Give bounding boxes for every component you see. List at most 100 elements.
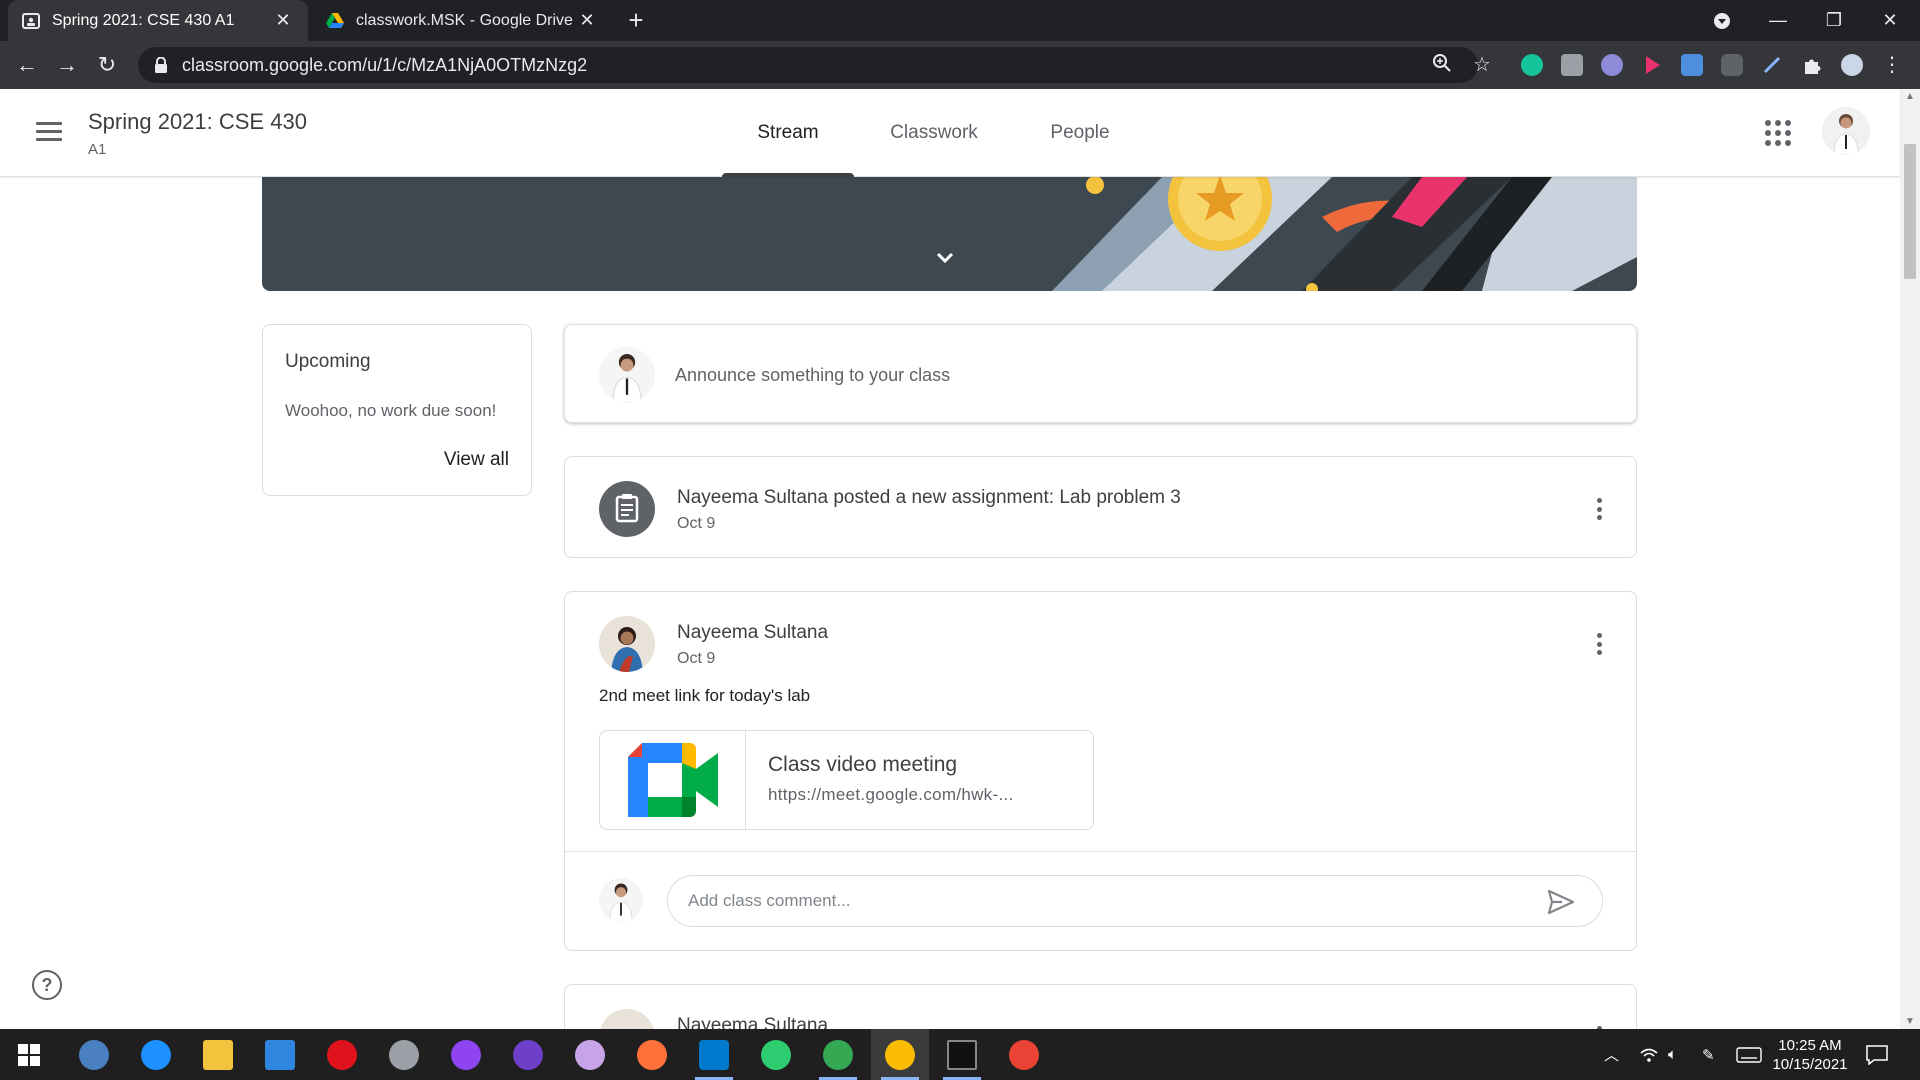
- classroom-header: Spring 2021: CSE 430 A1 Stream Classwork…: [0, 89, 1900, 177]
- file-explorer-icon[interactable]: [189, 1029, 247, 1080]
- app-icon[interactable]: [65, 1029, 123, 1080]
- more-options-icon[interactable]: [1587, 630, 1611, 658]
- scroll-up-icon[interactable]: ▲: [1900, 91, 1920, 102]
- account-avatar[interactable]: [1822, 107, 1870, 155]
- screenshot-extension-icon[interactable]: [1561, 54, 1583, 76]
- google-meet-icon: [600, 731, 746, 829]
- assignment-date: Oct 9: [677, 515, 716, 532]
- tab-title: Spring 2021: CSE 430 A1: [52, 11, 235, 29]
- google-drive-icon: [326, 12, 344, 30]
- tab-search-icon[interactable]: [1694, 0, 1750, 41]
- github-icon[interactable]: [499, 1029, 557, 1080]
- close-window-button[interactable]: ✕: [1862, 0, 1918, 41]
- chrome-icon[interactable]: [809, 1029, 867, 1080]
- course-title[interactable]: Spring 2021: CSE 430: [88, 109, 307, 135]
- terminal-icon[interactable]: [933, 1029, 991, 1080]
- browser-tab-bar: Spring 2021: CSE 430 A1 ✕ classwork.MSK …: [0, 0, 1920, 41]
- restore-button[interactable]: ❐: [1806, 0, 1862, 41]
- chrome-menu-icon[interactable]: ⋮: [1880, 53, 1904, 77]
- play-extension-icon[interactable]: [1641, 54, 1663, 76]
- clock-date: 10/15/2021: [1772, 1056, 1848, 1073]
- attachment-url: https://meet.google.com/hwk-...: [768, 785, 1014, 804]
- zoom-icon[interactable]: [1430, 53, 1454, 77]
- windows-start-icon[interactable]: [0, 1029, 58, 1080]
- upcoming-card: Upcoming Woohoo, no work due soon! View …: [262, 324, 532, 496]
- app-icon[interactable]: [561, 1029, 619, 1080]
- windows-taskbar: ︿ 🔈︎ ✎ 10:25 AM 10/15/2021: [0, 1029, 1920, 1080]
- show-hidden-icons-icon[interactable]: ︿: [1604, 1029, 1619, 1080]
- class-comment-input[interactable]: [688, 889, 1508, 913]
- edge-icon[interactable]: [127, 1029, 185, 1080]
- close-tab-icon[interactable]: ✕: [576, 10, 598, 31]
- author-avatar: [599, 616, 655, 672]
- expand-banner-chevron-icon[interactable]: [930, 246, 960, 270]
- attachment-title: Class video meeting: [768, 753, 958, 776]
- meet-link-attachment[interactable]: Class video meeting https://meet.google.…: [599, 730, 1094, 830]
- view-all-link[interactable]: View all: [444, 449, 509, 471]
- send-icon[interactable]: [1546, 888, 1576, 916]
- google-apps-icon[interactable]: [1765, 120, 1791, 146]
- opera-icon[interactable]: [313, 1029, 371, 1080]
- tab-people[interactable]: People: [1030, 89, 1130, 177]
- browser-toolbar: ← → ↻ classroom.google.com/u/1/c/MzA1NjA…: [0, 41, 1920, 89]
- keyboard-icon[interactable]: [1736, 1029, 1762, 1080]
- tab-classwork[interactable]: Classwork: [870, 89, 998, 177]
- notifications-icon[interactable]: [1866, 1029, 1888, 1080]
- main-menu-icon[interactable]: [36, 122, 62, 142]
- new-tab-button[interactable]: +: [622, 6, 650, 34]
- grammarly-extension-icon[interactable]: [1521, 54, 1543, 76]
- mail-icon[interactable]: [251, 1029, 309, 1080]
- scroll-down-icon[interactable]: ▼: [1900, 1016, 1920, 1027]
- course-section: A1: [88, 141, 107, 158]
- banner-illustration: [1052, 177, 1637, 291]
- user-avatar: [599, 347, 655, 403]
- upcoming-heading: Upcoming: [285, 351, 371, 372]
- upcoming-text: Woohoo, no work due soon!: [285, 401, 497, 420]
- class-comment-field[interactable]: [667, 875, 1603, 927]
- assignment-icon: [599, 481, 655, 537]
- extension-icon[interactable]: [1601, 54, 1623, 76]
- tab-title: classwork.MSK - Google Drive: [356, 11, 573, 29]
- download-extension-icon[interactable]: [1681, 54, 1703, 76]
- browser-tab-drive[interactable]: classwork.MSK - Google Drive ✕: [312, 0, 612, 41]
- forward-button[interactable]: →: [52, 50, 82, 80]
- messenger-icon[interactable]: [437, 1029, 495, 1080]
- pen-icon[interactable]: ✎: [1702, 1029, 1715, 1080]
- more-options-icon[interactable]: [1587, 495, 1611, 523]
- help-icon[interactable]: ?: [32, 970, 62, 1000]
- comment-divider: [565, 851, 1636, 852]
- app-icon[interactable]: [747, 1029, 805, 1080]
- reload-button[interactable]: ↻: [92, 50, 122, 80]
- firefox-icon[interactable]: [623, 1029, 681, 1080]
- assignment-post[interactable]: Nayeema Sultana posted a new assignment:…: [564, 456, 1637, 558]
- extensions-puzzle-icon[interactable]: [1801, 54, 1823, 76]
- minimize-button[interactable]: —: [1750, 0, 1806, 41]
- author-name: Nayeema Sultana: [677, 622, 829, 643]
- volume-icon[interactable]: 🔈︎: [1668, 1029, 1677, 1080]
- announce-placeholder: Announce something to your class: [675, 365, 951, 385]
- close-tab-icon[interactable]: ✕: [272, 10, 294, 31]
- wifi-icon[interactable]: [1640, 1029, 1658, 1080]
- taskbar-clock[interactable]: 10:25 AM 10/15/2021: [1760, 1036, 1860, 1074]
- assignment-title[interactable]: Nayeema Sultana posted a new assignment:…: [677, 487, 1181, 509]
- chrome-icon[interactable]: [871, 1029, 929, 1080]
- pen-extension-icon[interactable]: [1761, 54, 1783, 76]
- announcement-post: Nayeema Sultana Oct 9 2nd meet link for …: [564, 591, 1637, 951]
- address-bar[interactable]: classroom.google.com/u/1/c/MzA1NjA0OTMzN…: [138, 47, 1478, 83]
- bookmark-star-icon[interactable]: ☆: [1470, 53, 1494, 77]
- back-button[interactable]: ←: [12, 50, 42, 80]
- app-icon[interactable]: [375, 1029, 433, 1080]
- classroom-favicon-icon: [22, 12, 40, 30]
- page-scrollbar[interactable]: ▲ ▼: [1900, 89, 1920, 1029]
- extension-icon[interactable]: [1721, 54, 1743, 76]
- class-banner: [262, 177, 1637, 291]
- tab-stream[interactable]: Stream: [722, 89, 854, 177]
- browser-tab-classroom[interactable]: Spring 2021: CSE 430 A1 ✕: [8, 0, 308, 41]
- post-body: 2nd meet link for today's lab: [599, 686, 811, 705]
- scrollbar-thumb[interactable]: [1904, 144, 1916, 279]
- chrome-icon[interactable]: [995, 1029, 1053, 1080]
- url-text: classroom.google.com/u/1/c/MzA1NjA0OTMzN…: [182, 54, 588, 75]
- vscode-icon[interactable]: [685, 1029, 743, 1080]
- announce-box[interactable]: Announce something to your class: [564, 324, 1637, 423]
- profile-avatar-icon[interactable]: [1841, 54, 1863, 76]
